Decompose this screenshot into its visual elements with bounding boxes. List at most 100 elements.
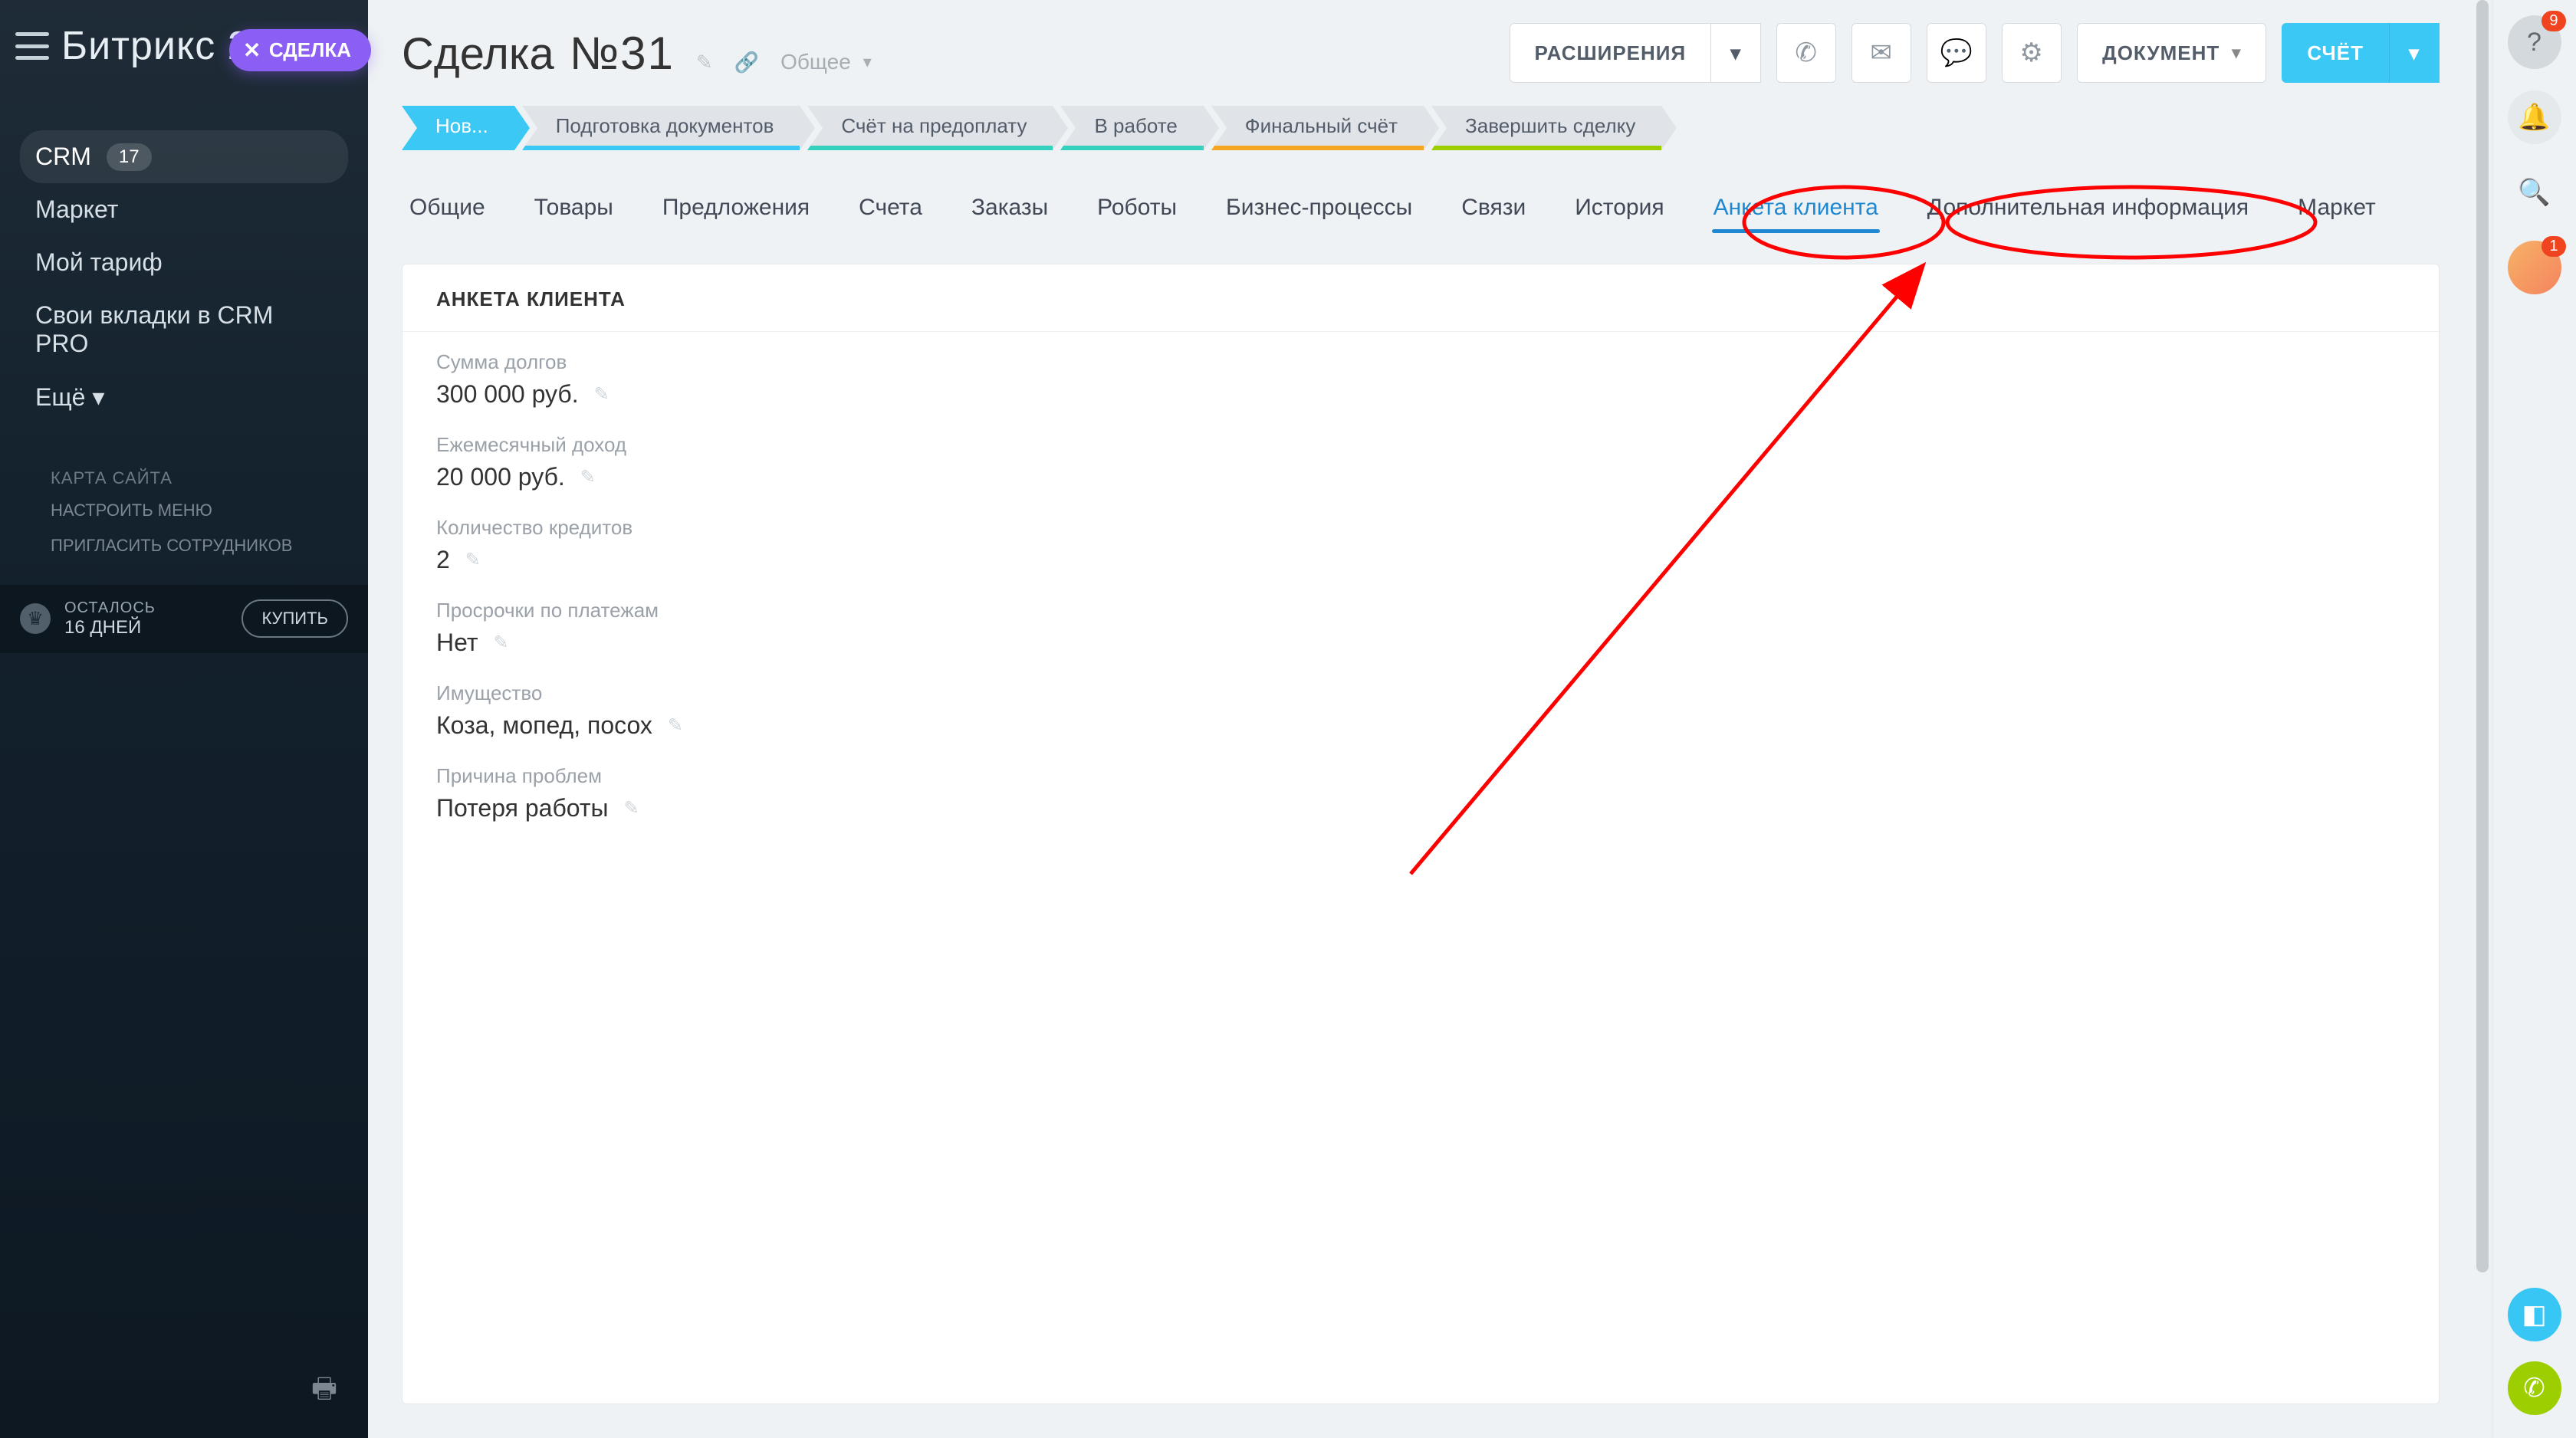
help-icon: ? (2527, 28, 2542, 57)
tab-bar: Общие Товары Предложения Счета Заказы Роботы Б… (402, 184, 2440, 244)
print-icon[interactable]: 🖶 (311, 1368, 337, 1415)
sidebar-item-market[interactable]: Маркет (20, 183, 348, 236)
edit-field-icon[interactable]: ✎ (580, 466, 596, 488)
tab-роботы[interactable]: Роботы (1096, 184, 1178, 244)
field-label: Причина проблем (436, 764, 2405, 788)
category-selector[interactable]: Общее ▾ (780, 50, 872, 74)
sidebar-item-tariff[interactable]: Мой тариф (20, 236, 348, 289)
link-icon[interactable]: 🔗 (734, 51, 759, 74)
stage-bar: Нов... Подготовка документов Счёт на предо… (402, 106, 2440, 150)
field-label: Ежемесячный доход (436, 433, 2405, 457)
help-button[interactable]: ? 9 (2508, 15, 2561, 69)
chat-button[interactable]: 💬 (1927, 23, 1986, 83)
sidebar-item-more[interactable]: Ещё ▾ (20, 370, 348, 424)
trial-line1: ОСТАЛОСЬ (64, 599, 156, 617)
tab-анкета-клиента[interactable]: Анкета клиента (1712, 184, 1880, 244)
stage-3[interactable]: В работе (1060, 106, 1203, 150)
trial-banner: ♛ ОСТАЛОСЬ 16 ДНЕЙ КУПИТЬ (0, 585, 368, 653)
extensions-button[interactable]: РАСШИРЕНИЯ (1510, 23, 1712, 83)
stage-0[interactable]: Нов... (402, 106, 514, 150)
field-value-text: 2 (436, 546, 450, 574)
field-label: Количество кредитов (436, 516, 2405, 540)
extensions-dropdown[interactable]: ▾ (1711, 23, 1761, 83)
user-avatar[interactable]: 1 (2508, 241, 2561, 294)
tab-заказы[interactable]: Заказы (970, 184, 1050, 244)
stage-2[interactable]: Счёт на предоплату (807, 106, 1053, 150)
notifications-button[interactable]: 🔔 (2508, 90, 2561, 144)
close-icon[interactable]: ✕ (243, 40, 261, 61)
field-row: Просрочки по платежам Нет ✎ (402, 580, 2439, 663)
sidebar-item-label: Ещё ▾ (35, 382, 104, 412)
edit-title-icon[interactable]: ✎ (696, 51, 713, 74)
bell-icon: 🔔 (2518, 102, 2550, 133)
document-button[interactable]: ДОКУМЕНТ ▾ (2077, 23, 2266, 83)
widget-button[interactable]: ◧ (2508, 1288, 2561, 1341)
field-value-text: Нет (436, 629, 478, 657)
phone-icon: ✆ (2523, 1373, 2545, 1404)
tab-связи[interactable]: Связи (1460, 184, 1527, 244)
widget-icon: ◧ (2522, 1299, 2546, 1330)
field-value: Потеря работы ✎ (436, 794, 2405, 822)
title-prefix: Сделка (402, 28, 554, 80)
field-row: Сумма долгов300 000 руб.✎ (402, 332, 2439, 415)
page-title: Сделка №31 (402, 27, 675, 80)
tab-предложения[interactable]: Предложения (661, 184, 811, 244)
tab-счета[interactable]: Счета (857, 184, 924, 244)
tab-товары[interactable]: Товары (533, 184, 615, 244)
edit-field-icon[interactable]: ✎ (668, 714, 683, 737)
sidebar-item-label: Мой тариф (35, 248, 163, 277)
scrollbar[interactable] (2473, 0, 2492, 1438)
tab-история[interactable]: История (1573, 184, 1665, 244)
stage-1[interactable]: Подготовка документов (522, 106, 800, 150)
sidebar-item-label: Маркет (35, 195, 118, 224)
dial-button[interactable]: ✆ (2508, 1361, 2561, 1415)
edit-field-icon[interactable]: ✎ (594, 383, 610, 405)
detail-panel: АНКЕТА КЛИЕНТА Сумма долгов300 000 руб.✎… (402, 264, 2440, 1404)
field-value: 300 000 руб.✎ (436, 380, 2405, 409)
right-rail: ? 9 🔔 🔍 1 ◧ ✆ (2492, 0, 2576, 1438)
buy-button[interactable]: КУПИТЬ (242, 599, 348, 638)
search-button[interactable]: 🔍 (2508, 166, 2561, 219)
sidebar-item-crm-pro-tabs[interactable]: Свои вкладки в CRM PRO (20, 289, 348, 370)
stage-4[interactable]: Финальный счёт (1211, 106, 1424, 150)
sidebar-item-label: CRM (35, 143, 91, 171)
call-button[interactable]: ✆ (1776, 23, 1836, 83)
stage-5[interactable]: Завершить сделку (1431, 106, 1661, 150)
field-value-text: Потеря работы (436, 794, 609, 822)
context-pill-deal[interactable]: ✕ СДЕЛКА (229, 29, 371, 71)
edit-field-icon[interactable]: ✎ (494, 632, 509, 654)
stage-label: Счёт на предоплату (841, 114, 1027, 138)
invoice-dropdown[interactable]: ▾ (2389, 23, 2440, 83)
email-button[interactable]: ✉ (1852, 23, 1911, 83)
field-label: Просрочки по платежам (436, 599, 2405, 622)
sidebar: Битрикс 2 ✕ СДЕЛКА CRM 17 Маркет Мой тар… (0, 0, 368, 1438)
stage-label: Нов... (435, 114, 488, 138)
chevron-down-icon: ▾ (863, 52, 872, 72)
document-label: ДОКУМЕНТ (2102, 41, 2220, 65)
tab-дополнительная-информация[interactable]: Дополнительная информация (1926, 184, 2250, 244)
tab-бизнес-процессы[interactable]: Бизнес-процессы (1224, 184, 1414, 244)
sidebar-item-crm[interactable]: CRM 17 (20, 130, 348, 183)
scrollbar-thumb[interactable] (2476, 0, 2489, 1272)
sidebar-link-invite[interactable]: ПРИГЛАСИТЬ СОТРУДНИКОВ (28, 528, 340, 563)
invoice-button[interactable]: СЧЁТ (2282, 23, 2389, 83)
field-value-text: 20 000 руб. (436, 463, 565, 491)
edit-field-icon[interactable]: ✎ (465, 549, 481, 571)
settings-button[interactable]: ⚙ (2002, 23, 2062, 83)
chevron-down-icon: ▾ (1730, 41, 1741, 65)
brand-logo: Битрикс 2 (61, 23, 251, 69)
field-row: Количество кредитов 2 ✎ (402, 497, 2439, 580)
field-row: Причина проблем Потеря работы ✎ (402, 746, 2439, 829)
stage-label: Финальный счёт (1245, 114, 1398, 138)
tab-общие[interactable]: Общие (408, 184, 487, 244)
stage-label: В работе (1094, 114, 1177, 138)
tab-маркет[interactable]: Маркет (2296, 184, 2377, 244)
search-icon: 🔍 (2518, 177, 2550, 208)
stage-label: Подготовка документов (556, 114, 774, 138)
section-title: АНКЕТА КЛИЕНТА (402, 264, 2439, 331)
edit-field-icon[interactable]: ✎ (624, 797, 639, 819)
phone-icon: ✆ (1795, 38, 1818, 68)
menu-toggle-icon[interactable] (15, 32, 49, 60)
field-row: ИмуществоКоза, мопед, посох✎ (402, 663, 2439, 746)
sidebar-link-configure-menu[interactable]: НАСТРОИТЬ МЕНЮ (28, 493, 340, 528)
